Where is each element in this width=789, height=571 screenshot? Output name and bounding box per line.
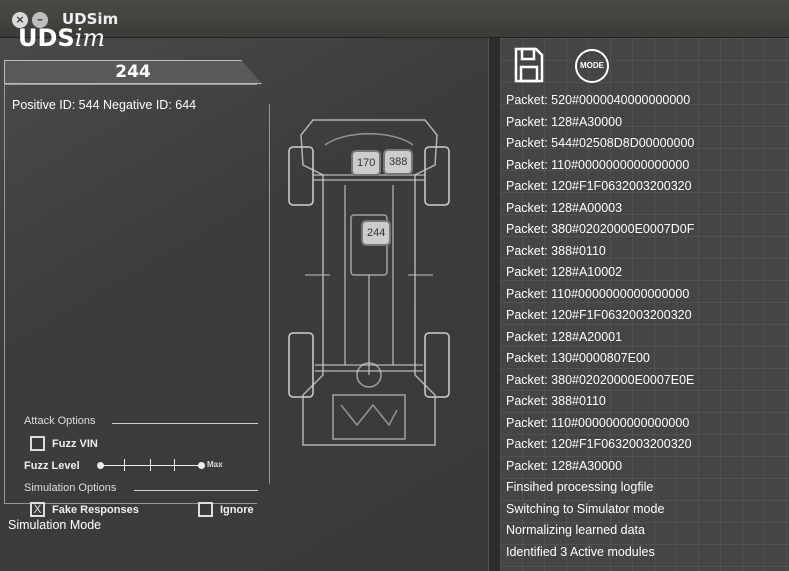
fuzz-vin-checkbox[interactable] <box>30 436 45 451</box>
attack-options-divider <box>112 423 258 424</box>
title-bar: × – UDSim <box>0 0 789 38</box>
log-entry: Packet: 110#0000000000000000 <box>506 157 690 172</box>
log-entry: Switching to Simulator mode <box>506 501 665 516</box>
fake-responses-checkbox[interactable]: X <box>30 502 45 517</box>
log-list: Packet: 520#0000040000000000 Packet: 128#… <box>506 90 786 563</box>
log-entry: Packet: 130#0000807E00 <box>506 351 650 365</box>
log-entry: Packet: 120#F1F0632003200320 <box>506 179 692 193</box>
mode-button[interactable]: MODE <box>575 49 609 83</box>
simulation-options-divider <box>134 490 258 491</box>
slider-track <box>100 465 202 466</box>
ignore-label: Ignore <box>220 504 254 516</box>
log-entry: Packet: 380#02020000E0007E0E <box>506 372 695 387</box>
log-entry: Finsihed processing logfile <box>506 480 654 494</box>
log-entry: Packet: 128#A10002 <box>506 265 623 279</box>
log-entry: Packet: 128#A30000 <box>506 114 623 129</box>
selected-id-tab: 244 <box>4 60 262 84</box>
slider-tick <box>150 459 151 471</box>
module-244-badge[interactable]: 244 <box>363 222 390 244</box>
fake-responses-label: Fake Responses <box>52 504 139 516</box>
log-entry: Normalizing learned data <box>506 523 645 537</box>
log-entry: Packet: 388#0110 <box>506 394 606 408</box>
chassis-drawing <box>288 119 450 446</box>
selected-id-value: 244 <box>115 62 151 82</box>
log-entry: Packet: 110#0000000000000000 <box>506 415 690 430</box>
log-entry: Packet: 520#0000040000000000 <box>506 93 691 107</box>
slider-end-handle[interactable] <box>198 462 205 469</box>
slider-start-handle[interactable] <box>97 462 104 469</box>
slider-tick <box>174 459 175 471</box>
fuzz-level-label: Fuzz Level <box>24 460 80 472</box>
panel-divider[interactable] <box>488 38 500 571</box>
log-entry: Packet: 544#02508D8D00000000 <box>506 136 695 150</box>
ignore-checkbox[interactable] <box>198 502 213 517</box>
fuzz-vin-label: Fuzz VIN <box>52 438 98 450</box>
positive-negative-id: Positive ID: 544 Negative ID: 644 <box>12 98 197 112</box>
fuzz-max-label: Max <box>207 460 223 469</box>
slider-tick <box>124 459 125 471</box>
status-text: Simulation Mode <box>8 518 102 532</box>
log-entry: Identified 3 Active modules <box>506 544 655 559</box>
log-entry: Packet: 110#0000000000000000 <box>506 286 690 301</box>
log-entry: Packet: 120#F1F0632003200320 <box>506 308 692 322</box>
log-entry: Packet: 380#02020000E0007D0F <box>506 222 695 236</box>
module-170-badge[interactable]: 170 <box>353 152 380 174</box>
floppy-disk-icon[interactable] <box>514 47 544 83</box>
log-entry: Packet: 388#0110 <box>506 243 606 258</box>
log-entry: Packet: 128#A00003 <box>506 200 623 215</box>
vehicle-chassis-diagram <box>285 75 453 463</box>
log-entry: Packet: 128#A20001 <box>506 329 623 344</box>
attack-options-label: Attack Options <box>24 415 96 427</box>
module-388-badge[interactable]: 388 <box>385 151 412 173</box>
log-entry: Packet: 128#A30000 <box>506 458 623 473</box>
simulation-options-label: Simulation Options <box>24 482 117 494</box>
app-logo: UDSim <box>18 24 106 52</box>
log-entry: Packet: 120#F1F0632003200320 <box>506 437 692 451</box>
